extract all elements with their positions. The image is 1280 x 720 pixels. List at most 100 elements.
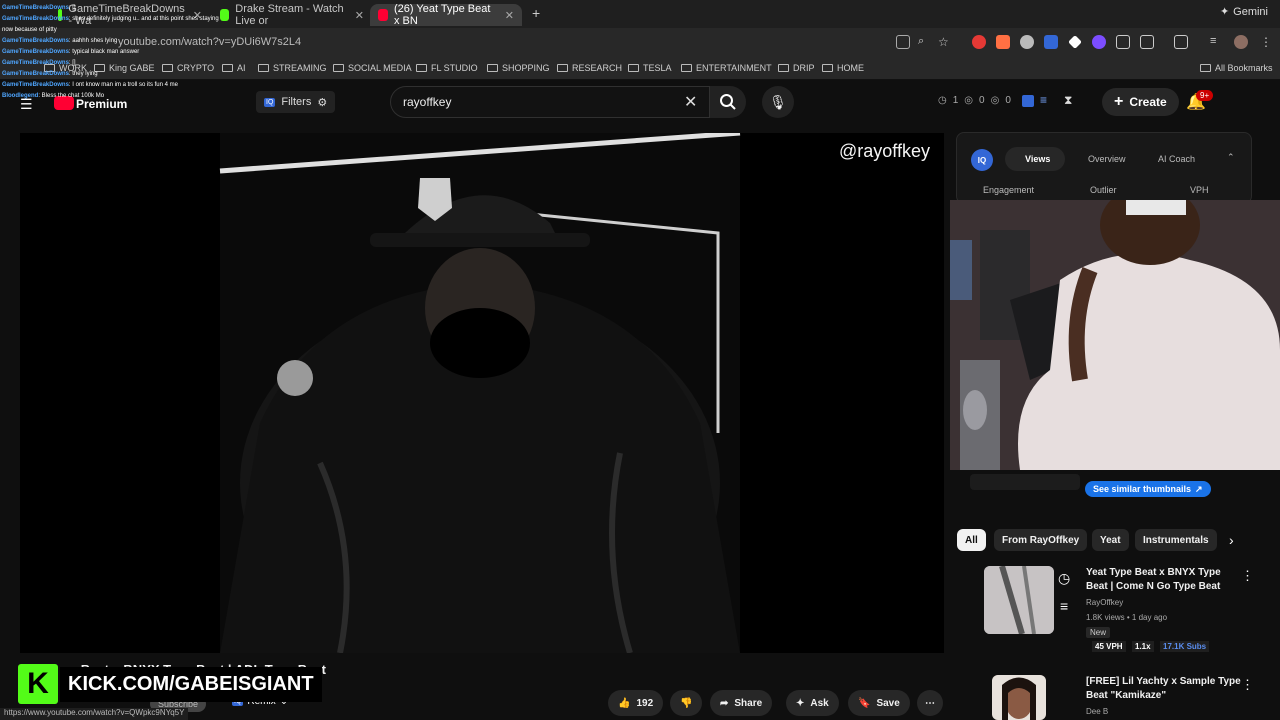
channel-name[interactable]: Dee B — [1086, 707, 1108, 716]
chat-message: GameTimeBreakDowns: [] — [2, 58, 222, 69]
chat-message: GameTimeBreakDowns: typical black man an… — [2, 47, 222, 58]
stream-chat-overlay: GameTimeBreakDowns: [] GameTimeBreakDown… — [2, 3, 222, 102]
sparkle-icon: ✦ — [796, 697, 805, 709]
stat-value: 0 — [979, 95, 985, 106]
video-thumbnail[interactable] — [984, 566, 1054, 634]
channel-handle-watermark: @rayoffkey — [839, 141, 930, 161]
bookmark-social-media[interactable]: SOCIAL MEDIA — [333, 63, 412, 73]
chip-yeat[interactable]: Yeat — [1092, 529, 1129, 551]
subtab-vph[interactable]: VPH — [1190, 185, 1209, 195]
thumbnail-image — [984, 566, 1054, 634]
extension-icon[interactable] — [1116, 35, 1130, 49]
vidiq-stats: ◷ 1 ◎ 0 ◎ 0 — [938, 95, 1011, 106]
folder-icon — [681, 64, 692, 72]
bookmark-label: STREAMING — [273, 63, 327, 73]
collapse-chevron-icon[interactable]: ⌃ — [1227, 152, 1235, 163]
extension-icon[interactable] — [1092, 35, 1106, 49]
menu-list-icon[interactable]: ≡ — [1210, 35, 1224, 49]
share-button[interactable]: ➦ Share — [710, 690, 773, 716]
sidepanel-icon[interactable] — [1174, 35, 1188, 49]
dislike-button[interactable]: 👎 — [670, 690, 703, 716]
browser-tab[interactable]: Drake Stream - Watch Live or ✕ — [212, 3, 372, 27]
video-title[interactable]: [FREE] Lil Yachty x Sample Type Beat "Ka… — [1086, 675, 1241, 703]
title-line: Beat "Kamikaze" — [1086, 690, 1167, 701]
stat-value: 0 — [1005, 95, 1011, 106]
chip-all[interactable]: All — [957, 529, 986, 551]
bookmark-streaming[interactable]: STREAMING — [258, 63, 327, 73]
vidiq-panel: IQ Views Overview AI Coach ⌃ Engagement … — [956, 132, 1252, 204]
puzzle-icon[interactable] — [1140, 35, 1154, 49]
like-button[interactable]: 👍 192 — [608, 690, 664, 716]
close-icon[interactable]: ✕ — [355, 9, 364, 22]
vidiq-logo-icon: IQ — [971, 149, 993, 171]
vidiq-icon: IQ — [264, 97, 276, 107]
bookmark-home[interactable]: HOME — [822, 63, 864, 73]
extension-icon[interactable] — [1044, 35, 1058, 49]
folder-icon — [557, 64, 568, 72]
subs-badge: 17.1K Subs — [1160, 641, 1210, 652]
list-icon[interactable]: ≡ — [1040, 93, 1047, 107]
more-options-icon[interactable]: ⋮ — [1241, 677, 1254, 693]
more-actions-button[interactable]: ⋯ — [917, 690, 943, 716]
star-icon[interactable]: ☆ — [938, 35, 952, 49]
bookmark-label: FL STUDIO — [431, 63, 478, 73]
filters-button[interactable]: IQ Filters ⚙ — [256, 91, 336, 113]
close-icon[interactable]: ✕ — [505, 9, 514, 22]
all-bookmarks[interactable]: All Bookmarks — [1200, 63, 1273, 73]
browser-tab-active[interactable]: (26) Yeat Type Beat x BN ✕ — [370, 3, 522, 27]
search-button[interactable] — [710, 86, 746, 118]
bookmark-entertainment[interactable]: ENTERTAINMENT — [681, 63, 772, 73]
clear-icon[interactable]: ✕ — [684, 92, 697, 112]
chip-instrumentals[interactable]: Instrumentals — [1135, 529, 1217, 551]
create-button[interactable]: + Create — [1102, 88, 1179, 116]
sparkle-icon: ✦ — [1219, 6, 1230, 18]
chip-from-rayoffkey[interactable]: From RayOffkey — [994, 529, 1088, 551]
extension-icon[interactable] — [1020, 35, 1034, 49]
hourglass-icon[interactable]: ⧗ — [1064, 93, 1072, 108]
extension-icon[interactable] — [972, 35, 986, 49]
tab-ai-coach[interactable]: AI Coach — [1158, 154, 1195, 164]
ask-button[interactable]: ✦ Ask — [786, 690, 839, 716]
see-similar-thumbnails-button[interactable]: See similar thumbnails ↗ — [1085, 481, 1211, 497]
chat-text: : typical black man answer — [68, 49, 140, 55]
video-player[interactable]: @rayoffkey — [20, 133, 944, 653]
bookmark-label: SHOPPING — [502, 63, 550, 73]
zoom-icon[interactable]: ⌕ — [918, 35, 932, 49]
folder-icon — [822, 64, 833, 72]
bookmark-research[interactable]: RESEARCH — [557, 63, 622, 73]
tab-overview[interactable]: Overview — [1088, 154, 1126, 164]
bookmark-fl-studio[interactable]: FL STUDIO — [416, 63, 478, 73]
chat-message: GameTimeBreakDowns: I ont know man im a … — [2, 80, 222, 91]
channel-name[interactable]: RayOffkey — [1086, 598, 1123, 607]
chat-message: GameTimeBreakDowns: aahhh shes lying — [2, 36, 222, 47]
bookmark-tesla[interactable]: TESLA — [628, 63, 672, 73]
video-thumbnail[interactable] — [992, 675, 1046, 720]
save-button[interactable]: 🔖 Save — [848, 690, 910, 716]
chevron-right-icon[interactable]: › — [1229, 532, 1234, 548]
webcam-overlay — [950, 200, 1280, 470]
search-input[interactable]: rayoffkey — [390, 86, 710, 118]
bookmark-drip[interactable]: DRIP — [778, 63, 815, 73]
more-options-icon[interactable]: ⋮ — [1241, 568, 1254, 584]
bookmark-label: ENTERTAINMENT — [696, 63, 772, 73]
profile-avatar[interactable] — [1234, 35, 1248, 49]
kebab-menu-icon[interactable]: ⋮ — [1260, 35, 1274, 49]
add-to-queue-icon[interactable]: ≡ — [1060, 598, 1068, 614]
status-bar-url: https://www.youtube.com/watch?v=QWpkc9NY… — [0, 708, 189, 720]
search-icon — [720, 94, 736, 110]
subtab-outlier[interactable]: Outlier — [1090, 185, 1117, 195]
bookmark-ai[interactable]: AI — [222, 63, 246, 73]
extension-icon[interactable] — [996, 35, 1010, 49]
subtab-engagement[interactable]: Engagement — [983, 185, 1034, 195]
webcam-image — [950, 200, 1280, 470]
bookmark-shopping[interactable]: SHOPPING — [487, 63, 550, 73]
folder-icon — [416, 64, 427, 72]
gemini-button[interactable]: ✦ Gemini — [1219, 5, 1268, 19]
install-icon[interactable] — [896, 35, 910, 49]
new-tab-button[interactable]: + — [532, 5, 540, 21]
voice-search-button[interactable]: 🎙 — [762, 86, 794, 118]
vidiq-icon[interactable] — [1022, 95, 1034, 107]
watch-later-icon[interactable]: ◷ — [1058, 570, 1070, 587]
video-title[interactable]: Yeat Type Beat x BNYX Type Beat | Come N… — [1086, 566, 1221, 594]
youtube-favicon-icon — [378, 9, 388, 21]
